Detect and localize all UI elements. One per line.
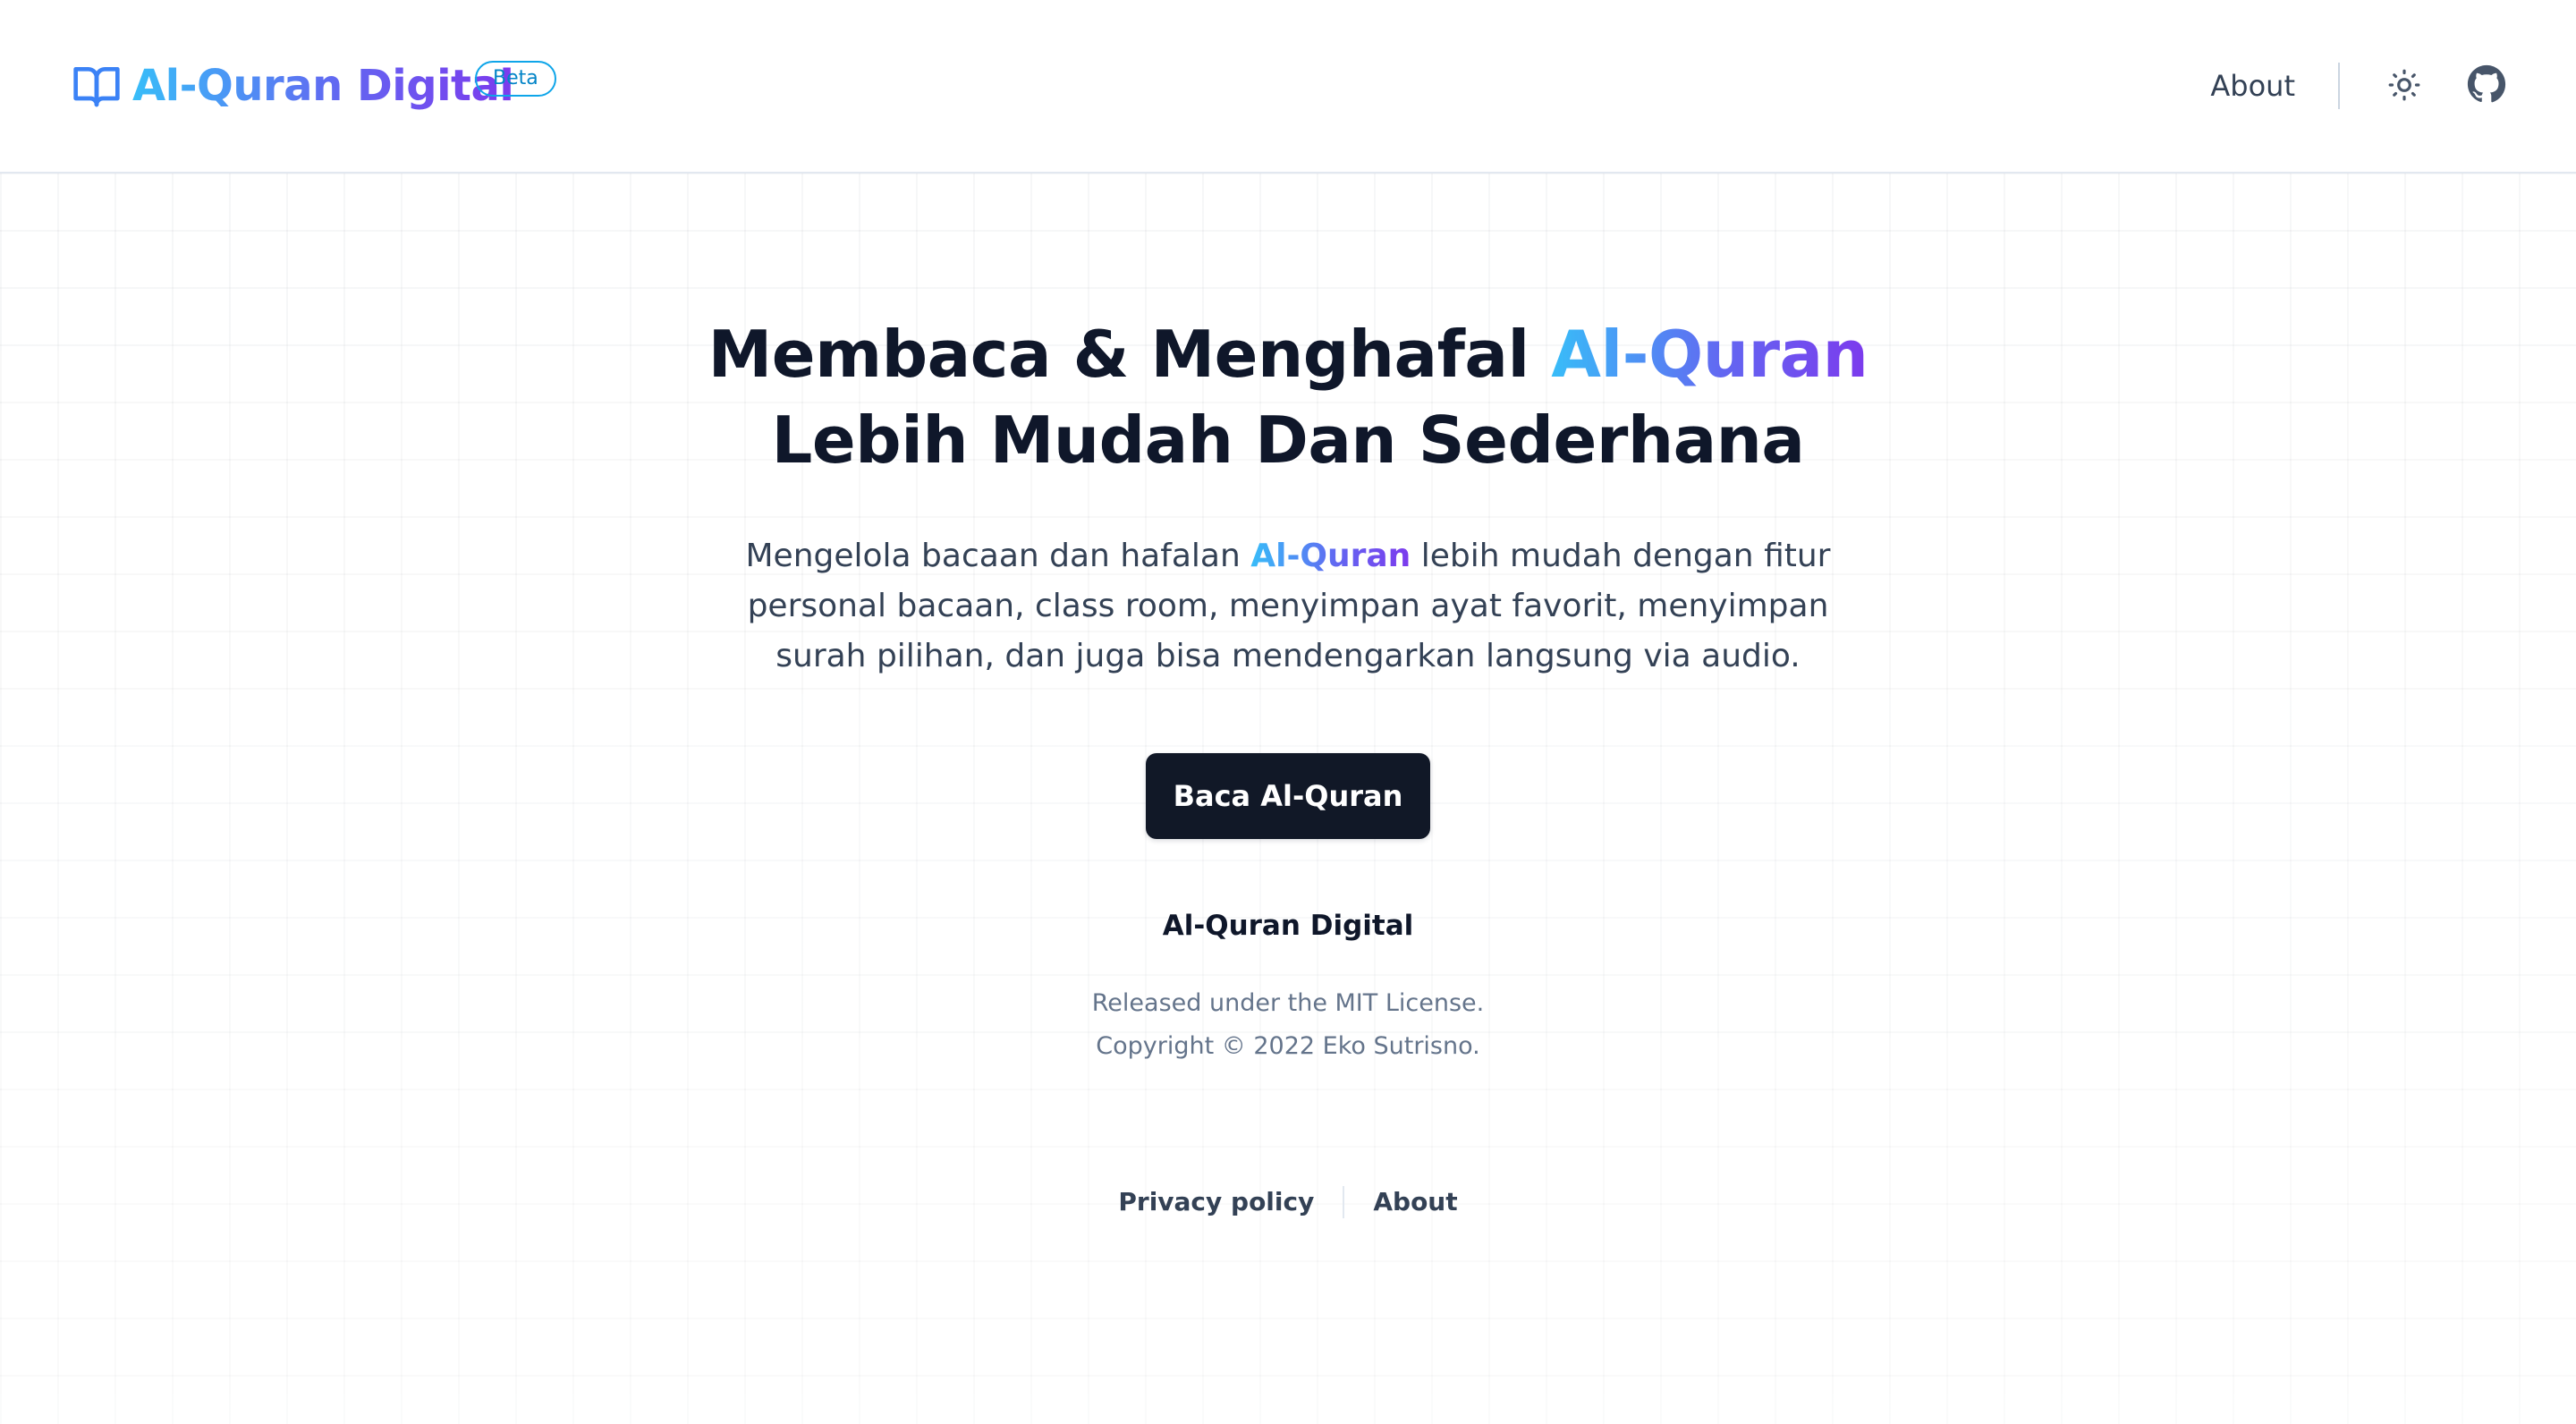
theme-toggle-button[interactable] <box>2383 64 2426 107</box>
brand-name: Al-Quran Digital <box>132 57 514 114</box>
site-header: Al-Quran Digital Beta About <box>0 0 2576 174</box>
footer-link-divider <box>1343 1186 1345 1218</box>
footer-links: Privacy policy About <box>0 1182 2576 1222</box>
github-link[interactable] <box>2465 64 2508 107</box>
read-quran-button[interactable]: Baca Al-Quran <box>1146 753 1430 839</box>
hero-title: Membaca & Menghafal Al-Quran Lebih Mudah… <box>0 311 2576 483</box>
hero-desc-part1: Mengelola bacaan dan hafalan <box>745 538 1251 574</box>
sun-icon <box>2387 68 2421 105</box>
nav-divider <box>2338 63 2340 109</box>
footer-copyright: Copyright © 2022 Eko Sutrisno. <box>1096 1032 1480 1060</box>
footer-link-privacy-policy[interactable]: Privacy policy <box>1118 1182 1314 1222</box>
footer-license: Released under the MIT License. <box>1091 989 1485 1017</box>
hero-desc-highlight: Al-Quran <box>1250 538 1411 574</box>
hero-title-part1: Membaca & Menghafal <box>708 317 1552 392</box>
nav-about-link[interactable]: About <box>2210 64 2295 107</box>
footer-link-about[interactable]: About <box>1373 1182 1457 1222</box>
hero-description: Mengelola bacaan dan hafalan Al-Quran le… <box>707 531 1869 682</box>
footer-title: Al-Quran Digital <box>1162 910 1414 942</box>
github-icon <box>2467 64 2506 107</box>
beta-badge: Beta <box>475 61 556 97</box>
hero-title-highlight: Al-Quran <box>1551 317 1868 392</box>
brand-link[interactable]: Al-Quran Digital <box>72 57 514 114</box>
hero-title-line2: Lebih Mudah Dan Sederhana <box>771 403 1805 478</box>
open-book-icon <box>72 61 122 111</box>
